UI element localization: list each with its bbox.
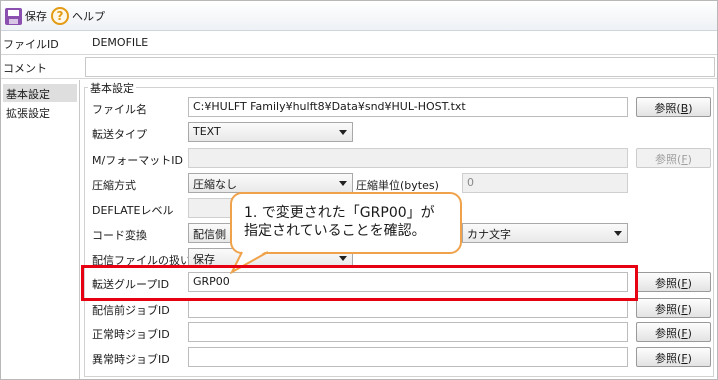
callout-tail bbox=[229, 250, 269, 274]
file-id-label: ファイルID bbox=[3, 38, 59, 51]
format-id-label: M/フォーマットID bbox=[92, 154, 183, 167]
help-label: ヘルプ bbox=[72, 10, 105, 23]
err-job-input[interactable] bbox=[188, 347, 628, 367]
file-handling-label: 配信ファイルの扱い bbox=[92, 254, 191, 267]
browse-group-id-button[interactable]: 参照(F) bbox=[636, 272, 711, 292]
browse-label: 参照( bbox=[655, 303, 682, 316]
chevron-down-icon bbox=[614, 231, 622, 236]
code-conversion-label: コード変換 bbox=[92, 229, 147, 242]
compress-value: 圧縮なし bbox=[193, 178, 237, 191]
ok-job-label: 正常時ジョブID bbox=[92, 328, 170, 341]
pre-job-input[interactable] bbox=[188, 298, 628, 318]
browse-close: ) bbox=[687, 153, 692, 166]
toolbar: 保存 ? ヘルプ bbox=[1, 1, 717, 31]
transfer-type-label: 転送タイプ bbox=[92, 128, 147, 141]
kana-value: カナ文字 bbox=[467, 228, 511, 241]
group-id-input[interactable]: GRP00 bbox=[188, 272, 628, 292]
err-job-label: 異常時ジョブID bbox=[92, 353, 170, 366]
nav-item-extended-settings[interactable]: 拡張設定 bbox=[3, 103, 77, 121]
save-icon bbox=[5, 7, 22, 25]
comment-label: コメント bbox=[3, 62, 47, 75]
compress-label: 圧縮方式 bbox=[92, 179, 136, 192]
browse-pre-job-button[interactable]: 参照(F) bbox=[636, 298, 711, 318]
ok-job-row: 正常時ジョブID 参照(F) bbox=[86, 322, 712, 344]
browse-label: 参照( bbox=[654, 102, 681, 115]
filename-input[interactable]: C:¥HULFT Family¥hulft8¥Data¥snd¥HUL-HOST… bbox=[188, 97, 628, 117]
chevron-down-icon bbox=[339, 181, 347, 186]
browse-label: 参照( bbox=[655, 277, 682, 290]
group-id-label: 転送グループID bbox=[92, 278, 170, 291]
kana-select[interactable]: カナ文字 bbox=[462, 223, 628, 243]
browse-label: 参照( bbox=[655, 327, 682, 340]
file-id-value: DEMOFILE bbox=[85, 33, 715, 53]
chevron-down-icon bbox=[339, 256, 347, 261]
transfer-type-value: TEXT bbox=[193, 125, 221, 138]
file-handling-value: 保存 bbox=[193, 253, 215, 266]
browse-ok-job-button[interactable]: 参照(F) bbox=[636, 322, 711, 342]
compress-select[interactable]: 圧縮なし bbox=[188, 173, 353, 193]
format-id-input bbox=[188, 148, 628, 168]
code-conversion-value: 配信側 bbox=[193, 228, 226, 241]
annotation-callout: 1. で変更された「GRP00」が 指定されていることを確認。 bbox=[230, 192, 462, 254]
nav-item-basic-settings[interactable]: 基本設定 bbox=[3, 84, 77, 102]
transfer-type-row: 転送タイプ TEXT bbox=[86, 122, 712, 144]
save-button[interactable]: 保存 bbox=[5, 6, 47, 26]
browse-format-button: 参照(F) bbox=[636, 148, 711, 168]
pre-job-row: 配信前ジョブID 参照(F) bbox=[86, 298, 712, 320]
compress-unit-input: 0 bbox=[462, 173, 628, 193]
pre-job-label: 配信前ジョブID bbox=[92, 304, 170, 317]
settings-nav: 基本設定 拡張設定 bbox=[1, 80, 80, 379]
err-job-row: 異常時ジョブID 参照(F) bbox=[86, 347, 712, 369]
help-icon: ? bbox=[51, 7, 69, 25]
callout-line-2: 指定されていることを確認。 bbox=[244, 223, 426, 239]
file-id-row: ファイルID DEMOFILE bbox=[1, 32, 717, 55]
browse-close: ) bbox=[687, 277, 692, 290]
filename-row: ファイル名 C:¥HULFT Family¥hulft8¥Data¥snd¥HU… bbox=[86, 97, 712, 119]
compress-unit-label: 圧縮単位(bytes) bbox=[356, 179, 439, 192]
deflate-label: DEFLATEレベル bbox=[92, 204, 174, 217]
browse-close: ) bbox=[687, 303, 692, 316]
browse-err-job-button[interactable]: 参照(F) bbox=[636, 347, 711, 367]
ok-job-input[interactable] bbox=[188, 322, 628, 342]
chevron-down-icon bbox=[339, 130, 347, 135]
format-id-row: M/フォーマットID 参照(F) bbox=[86, 148, 712, 170]
group-title: 基本設定 bbox=[88, 80, 136, 96]
comment-row: コメント bbox=[1, 56, 717, 79]
help-button[interactable]: ? ヘルプ bbox=[51, 6, 105, 26]
browse-label: 参照( bbox=[655, 352, 682, 365]
filename-label: ファイル名 bbox=[92, 103, 147, 116]
callout-line-1: 1. で変更された「GRP00」が bbox=[244, 205, 435, 221]
transfer-type-select[interactable]: TEXT bbox=[188, 122, 353, 142]
comment-input[interactable] bbox=[85, 57, 715, 77]
browse-close: ) bbox=[688, 102, 693, 115]
browse-close: ) bbox=[687, 327, 692, 340]
browse-filename-button[interactable]: 参照(B) bbox=[636, 97, 711, 117]
group-id-row: 転送グループID GRP00 参照(F) bbox=[86, 272, 712, 294]
browse-label: 参照( bbox=[655, 153, 682, 166]
save-label: 保存 bbox=[25, 10, 47, 23]
browse-close: ) bbox=[687, 352, 692, 365]
